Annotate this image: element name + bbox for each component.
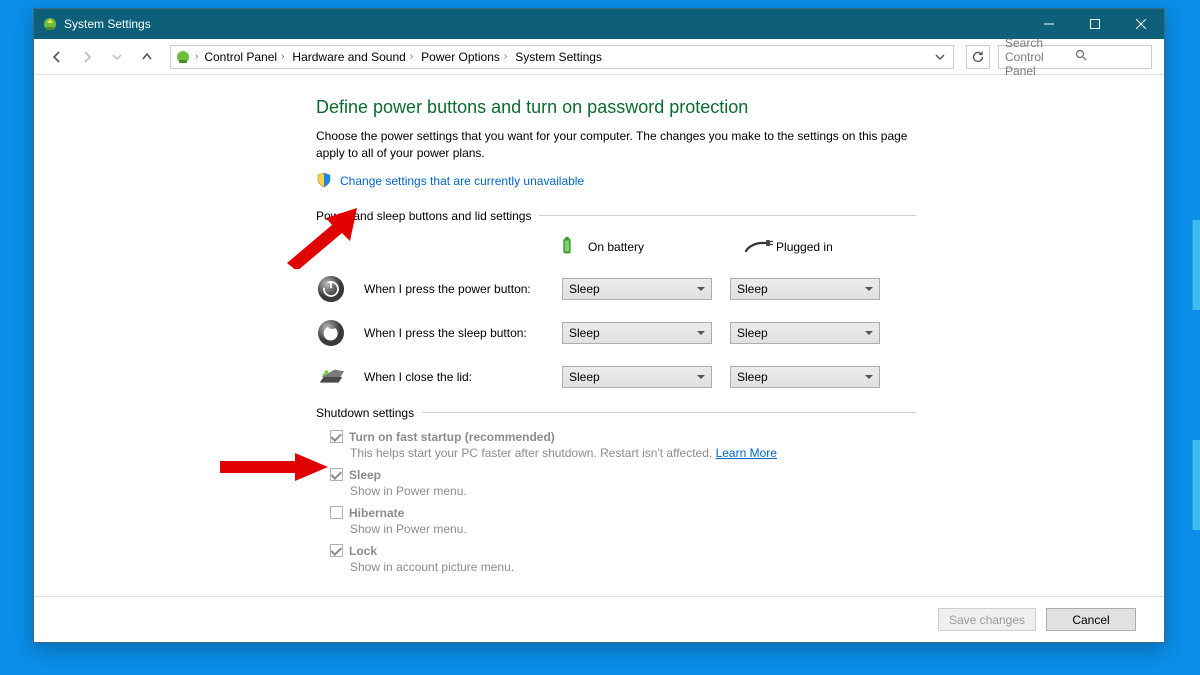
search-input[interactable]: Search Control Panel bbox=[998, 45, 1152, 69]
column-headers: On battery Plugged in bbox=[556, 233, 916, 262]
checkbox-hibernate[interactable] bbox=[330, 506, 343, 519]
shield-icon bbox=[316, 172, 332, 191]
maximize-button[interactable] bbox=[1072, 9, 1118, 39]
navbar: › Control Panel› Hardware and Sound› Pow… bbox=[34, 39, 1164, 75]
footer: Save changes Cancel bbox=[34, 596, 1164, 642]
chk-hibernate: Hibernate Show in Power menu. bbox=[330, 506, 916, 536]
battery-icon bbox=[556, 233, 580, 262]
change-settings-link[interactable]: Change settings that are currently unava… bbox=[340, 174, 584, 188]
combo-sleep-plugged[interactable]: Sleep bbox=[730, 322, 880, 344]
crumb-power-options[interactable]: Power Options› bbox=[419, 50, 509, 64]
breadcrumb[interactable]: › Control Panel› Hardware and Sound› Pow… bbox=[170, 45, 954, 69]
minimize-button[interactable] bbox=[1026, 9, 1072, 39]
chk-lock-desc: Show in account picture menu. bbox=[350, 560, 916, 574]
plug-icon bbox=[744, 238, 768, 257]
chk-hibernate-label: Hibernate bbox=[349, 506, 404, 520]
chk-sleep: Sleep Show in Power menu. bbox=[330, 468, 916, 498]
row-sleep-button: When I press the sleep button: Sleep Sle… bbox=[316, 318, 916, 348]
search-placeholder: Search Control Panel bbox=[1005, 36, 1075, 78]
window: System Settings › Control Panel› Hardwar… bbox=[33, 8, 1165, 643]
row-sleep-label: When I press the sleep button: bbox=[364, 326, 544, 340]
row-power-button: When I press the power button: Sleep Sle… bbox=[316, 274, 916, 304]
combo-lid-plugged[interactable]: Sleep bbox=[730, 366, 880, 388]
page-title: Define power buttons and turn on passwor… bbox=[316, 97, 916, 118]
checkbox-fast-startup[interactable] bbox=[330, 430, 343, 443]
cancel-button[interactable]: Cancel bbox=[1046, 608, 1136, 631]
refresh-button[interactable] bbox=[966, 45, 990, 69]
save-button[interactable]: Save changes bbox=[938, 608, 1036, 631]
crumb-control-panel[interactable]: Control Panel› bbox=[202, 50, 286, 64]
learn-more-link[interactable]: Learn More bbox=[716, 446, 777, 460]
chk-fast-startup-label: Turn on fast startup (recommended) bbox=[349, 430, 555, 444]
combo-lid-battery[interactable]: Sleep bbox=[562, 366, 712, 388]
chk-lock-label: Lock bbox=[349, 544, 377, 558]
page-subtitle: Choose the power settings that you want … bbox=[316, 128, 916, 162]
checkbox-sleep[interactable] bbox=[330, 468, 343, 481]
row-power-label: When I press the power button: bbox=[364, 282, 544, 296]
chk-sleep-desc: Show in Power menu. bbox=[350, 484, 916, 498]
checkbox-lock[interactable] bbox=[330, 544, 343, 557]
row-lid-label: When I close the lid: bbox=[364, 370, 544, 384]
power-options-icon bbox=[42, 16, 58, 32]
up-button[interactable] bbox=[136, 46, 158, 68]
crumb-hardware-sound[interactable]: Hardware and Sound› bbox=[290, 50, 415, 64]
power-button-icon bbox=[316, 274, 346, 304]
search-icon bbox=[1075, 49, 1145, 64]
chk-fast-startup: Turn on fast startup (recommended) This … bbox=[330, 430, 916, 460]
section-shutdown: Shutdown settings bbox=[316, 406, 916, 420]
chk-fast-startup-desc: This helps start your PC faster after sh… bbox=[350, 446, 916, 460]
content-area: Define power buttons and turn on passwor… bbox=[34, 75, 1164, 596]
breadcrumb-dropdown[interactable] bbox=[931, 46, 949, 68]
combo-power-battery[interactable]: Sleep bbox=[562, 278, 712, 300]
col-battery-label: On battery bbox=[588, 240, 644, 254]
combo-power-plugged[interactable]: Sleep bbox=[730, 278, 880, 300]
lid-icon bbox=[316, 362, 346, 392]
close-button[interactable] bbox=[1118, 9, 1164, 39]
chk-sleep-label: Sleep bbox=[349, 468, 381, 482]
annotation-arrow-2 bbox=[220, 453, 330, 483]
back-button[interactable] bbox=[46, 46, 68, 68]
section-power-buttons: Power and sleep buttons and lid settings bbox=[316, 209, 916, 223]
row-close-lid: When I close the lid: Sleep Sleep bbox=[316, 362, 916, 392]
recent-dropdown[interactable] bbox=[106, 46, 128, 68]
chevron-right-icon: › bbox=[195, 51, 198, 62]
col-plugged-label: Plugged in bbox=[776, 240, 833, 254]
combo-sleep-battery[interactable]: Sleep bbox=[562, 322, 712, 344]
control-panel-icon bbox=[175, 49, 191, 65]
titlebar: System Settings bbox=[34, 9, 1164, 39]
chk-hibernate-desc: Show in Power menu. bbox=[350, 522, 916, 536]
chk-lock: Lock Show in account picture menu. bbox=[330, 544, 916, 574]
window-title: System Settings bbox=[64, 17, 151, 31]
forward-button[interactable] bbox=[76, 46, 98, 68]
crumb-system-settings[interactable]: System Settings bbox=[513, 50, 604, 64]
sleep-button-icon bbox=[316, 318, 346, 348]
